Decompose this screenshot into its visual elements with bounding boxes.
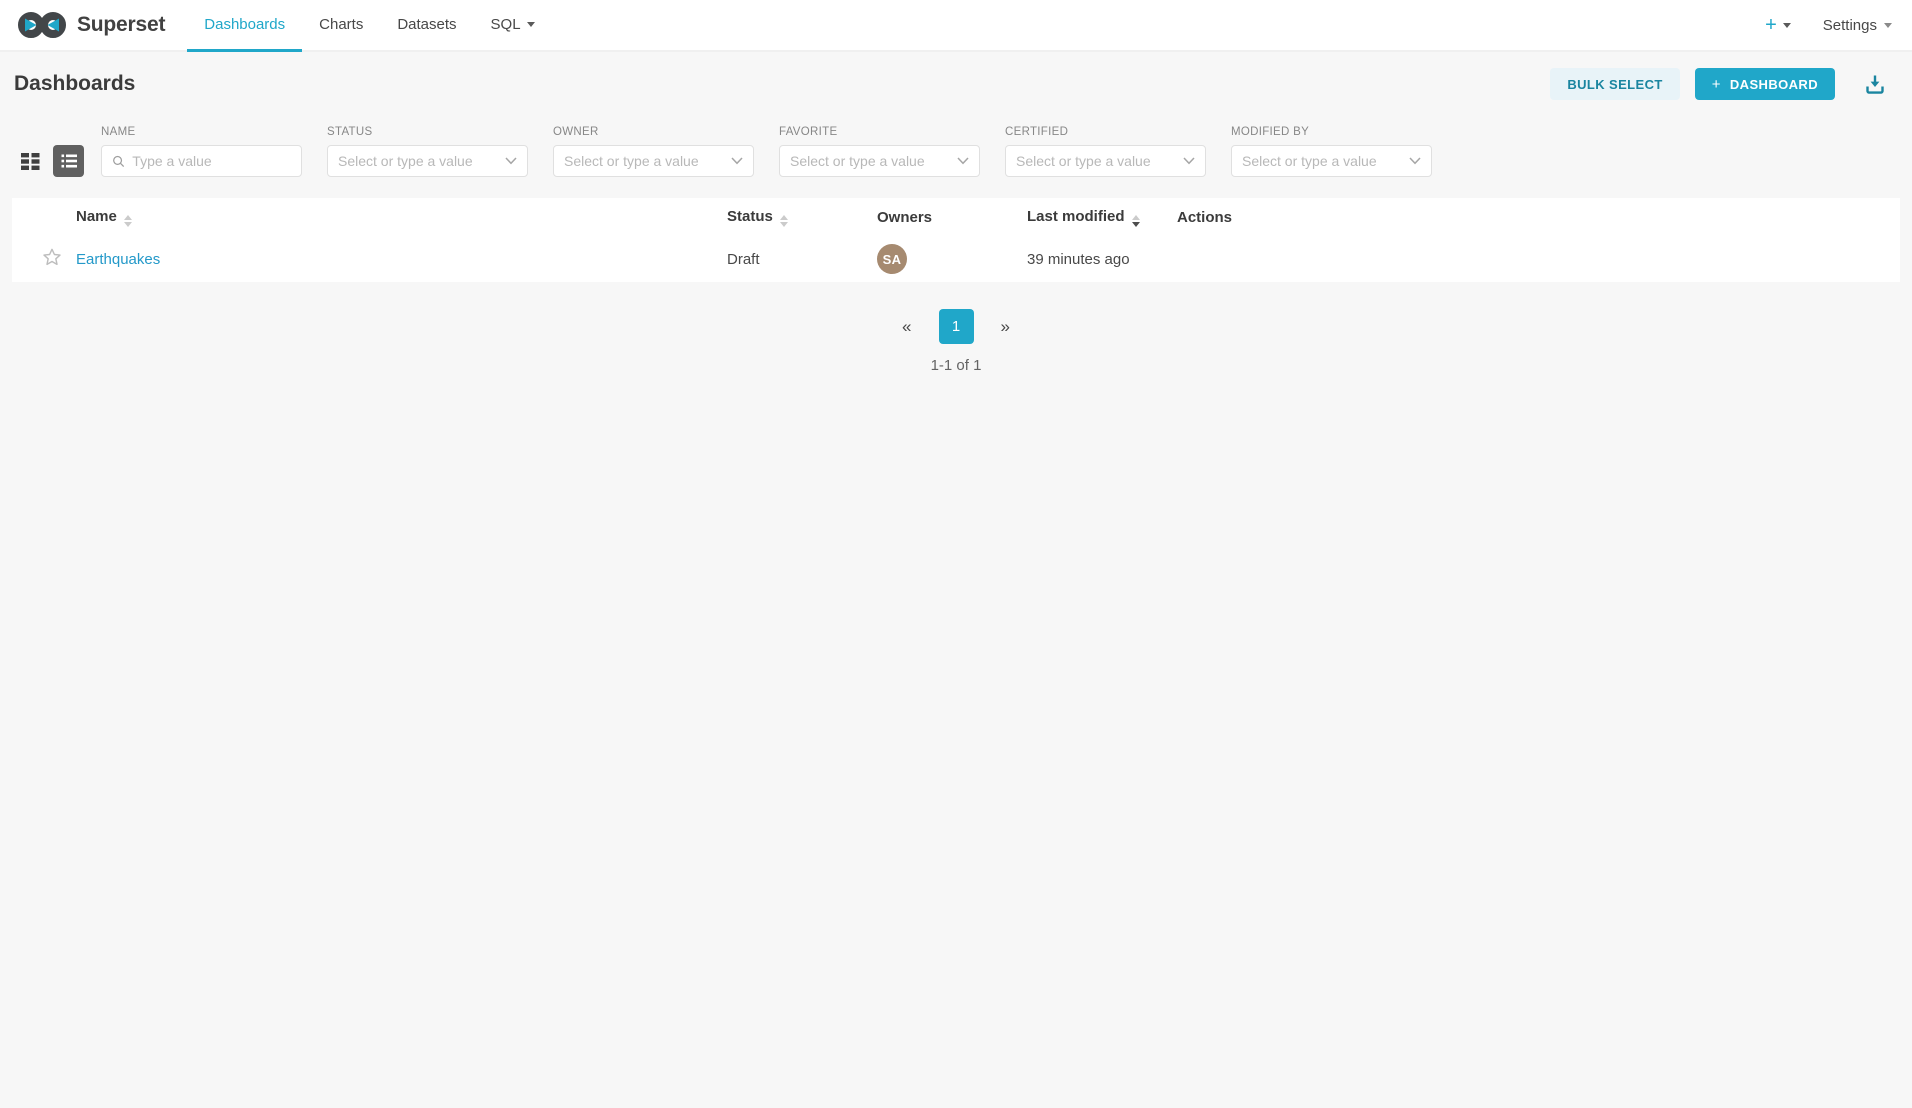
sort-icon: [780, 215, 788, 227]
page-header: Dashboards BULK SELECT + DASHBOARD: [0, 52, 1912, 100]
chevron-down-icon: [1183, 157, 1195, 165]
name-filter-input[interactable]: [132, 153, 291, 169]
status-cell: Draft: [727, 236, 877, 282]
dashboards-table-card: Name Status Owners Last modified Actions: [12, 198, 1900, 282]
filter-label: MODIFIED BY: [1231, 126, 1432, 138]
list-view-button[interactable]: [53, 145, 84, 177]
favorite-filter-select[interactable]: Select or type a value: [779, 145, 980, 177]
import-dashboards-button[interactable]: [1862, 71, 1888, 97]
page-title: Dashboards: [14, 72, 135, 96]
superset-infinity-icon: [16, 9, 68, 41]
pagination-summary: 1-1 of 1: [0, 357, 1912, 374]
superset-dashboards-page: Superset Dashboards Charts Datasets SQL …: [0, 0, 1912, 1108]
sort-icon: [124, 215, 132, 227]
column-header-last-modified[interactable]: Last modified: [1027, 198, 1177, 236]
page-1-button[interactable]: 1: [939, 309, 974, 344]
table-row: Earthquakes Draft SA 39 minutes ago: [12, 236, 1900, 282]
grid-view-icon: [19, 150, 41, 172]
filter-status: STATUS Select or type a value: [327, 126, 528, 177]
chevron-down-icon: [731, 157, 743, 165]
main-nav: Dashboards Charts Datasets SQL: [187, 0, 551, 50]
nav-tab-dashboards[interactable]: Dashboards: [187, 0, 302, 52]
owner-filter-select[interactable]: Select or type a value: [553, 145, 754, 177]
filter-label: FAVORITE: [779, 126, 980, 138]
view-mode-toggle: [14, 145, 84, 177]
page-actions: BULK SELECT + DASHBOARD: [1550, 68, 1888, 100]
filter-label: NAME: [101, 126, 302, 138]
card-view-button[interactable]: [14, 145, 45, 177]
new-item-menu[interactable]: +: [1765, 15, 1791, 35]
certified-filter-select[interactable]: Select or type a value: [1005, 145, 1206, 177]
settings-menu[interactable]: Settings: [1823, 17, 1892, 34]
column-header-owners: Owners: [877, 198, 1027, 236]
chevron-down-icon: [1884, 23, 1892, 28]
actions-cell: [1177, 236, 1900, 282]
filter-label: OWNER: [553, 126, 754, 138]
settings-label: Settings: [1823, 17, 1877, 34]
nav-tab-datasets[interactable]: Datasets: [380, 0, 473, 52]
chevron-down-icon: [1409, 157, 1421, 165]
chevron-down-icon: [505, 157, 517, 165]
table-header-row: Name Status Owners Last modified Actions: [12, 198, 1900, 236]
favorite-column-header: [12, 198, 64, 236]
next-page-button[interactable]: »: [995, 313, 1016, 341]
name-search-box: [101, 145, 302, 177]
filter-modified-by: MODIFIED BY Select or type a value: [1231, 126, 1432, 177]
dashboard-link[interactable]: Earthquakes: [76, 251, 160, 268]
download-icon: [1862, 71, 1888, 97]
column-header-status[interactable]: Status: [727, 198, 877, 236]
nav-tab-sql[interactable]: SQL: [474, 0, 552, 52]
chevron-down-icon: [957, 157, 969, 165]
pagination: « 1 »: [0, 309, 1912, 344]
filter-bar: NAME STATUS Select or type a value OWNER…: [0, 126, 1912, 177]
filter-label: CERTIFIED: [1005, 126, 1206, 138]
status-filter-select[interactable]: Select or type a value: [327, 145, 528, 177]
filter-name: NAME: [101, 126, 302, 177]
favorite-star-button[interactable]: [42, 247, 62, 267]
dashboards-table: Name Status Owners Last modified Actions: [12, 198, 1900, 282]
owner-avatar[interactable]: SA: [877, 244, 907, 274]
sort-desc-icon: [1132, 215, 1140, 227]
search-icon: [112, 154, 125, 169]
star-outline-icon: [42, 247, 62, 267]
previous-page-button[interactable]: «: [896, 313, 917, 341]
filter-favorite: FAVORITE Select or type a value: [779, 126, 980, 177]
navbar-right: + Settings: [1765, 0, 1892, 50]
column-header-name[interactable]: Name: [64, 198, 727, 236]
last-modified-cell: 39 minutes ago: [1027, 236, 1177, 282]
filter-owner: OWNER Select or type a value: [553, 126, 754, 177]
modified-by-filter-select[interactable]: Select or type a value: [1231, 145, 1432, 177]
column-header-actions: Actions: [1177, 198, 1900, 236]
filter-certified: CERTIFIED Select or type a value: [1005, 126, 1206, 177]
bulk-select-button[interactable]: BULK SELECT: [1550, 68, 1679, 100]
filter-label: STATUS: [327, 126, 528, 138]
list-view-icon: [58, 150, 80, 172]
brand-name: Superset: [77, 13, 165, 37]
chevron-down-icon: [1783, 23, 1791, 28]
superset-logo[interactable]: Superset: [16, 0, 165, 50]
plus-icon: +: [1712, 76, 1721, 93]
top-navbar: Superset Dashboards Charts Datasets SQL …: [0, 0, 1912, 52]
chevron-down-icon: [527, 22, 535, 27]
plus-icon: +: [1765, 15, 1777, 35]
add-dashboard-button[interactable]: + DASHBOARD: [1695, 68, 1835, 100]
nav-tab-charts[interactable]: Charts: [302, 0, 380, 52]
